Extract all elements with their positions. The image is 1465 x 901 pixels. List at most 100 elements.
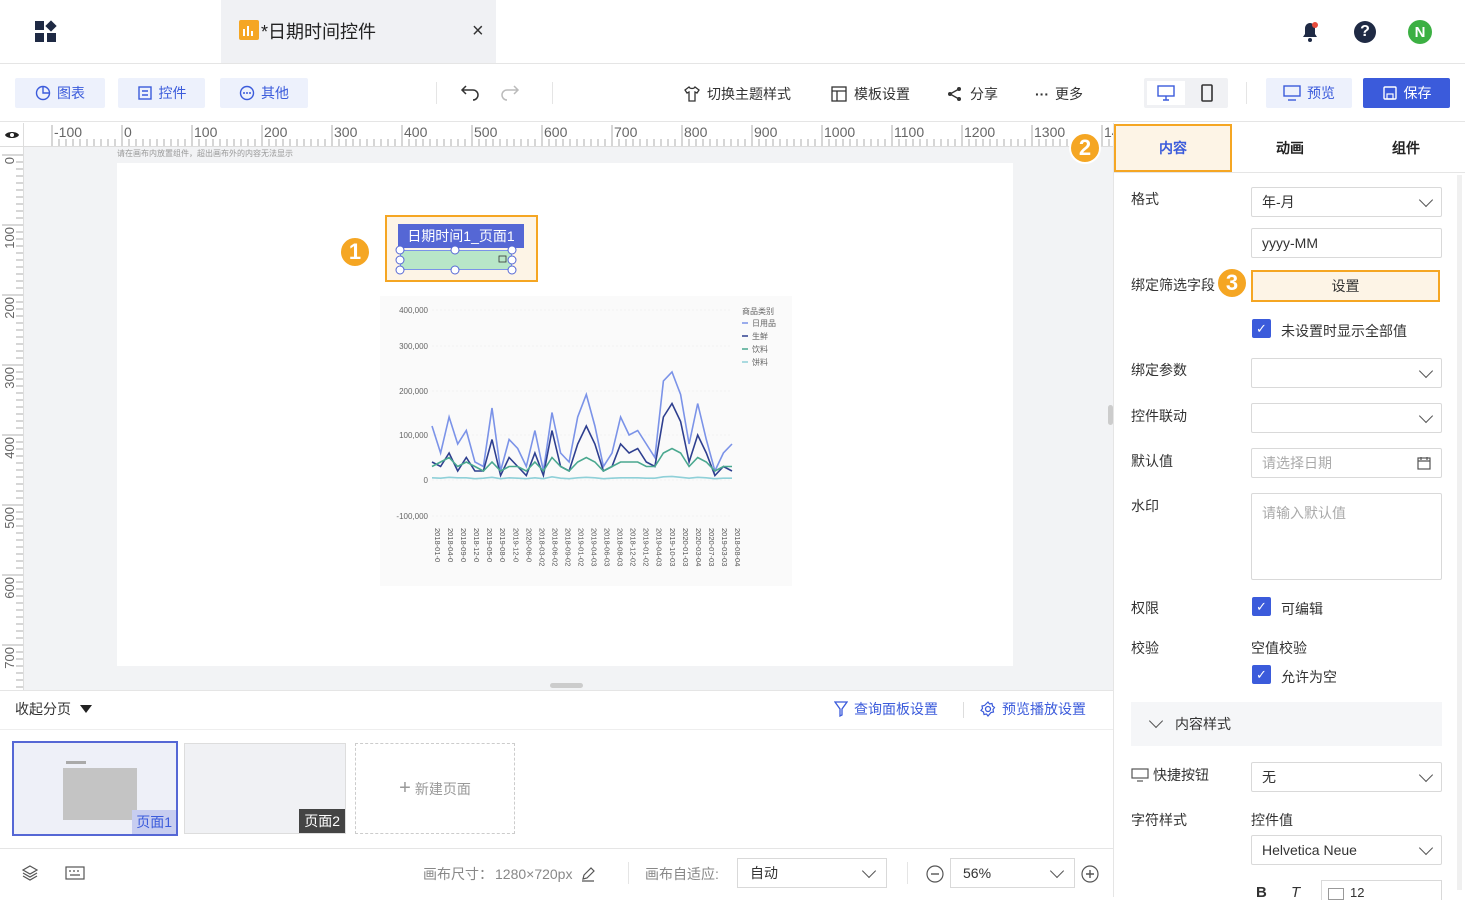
- panel-scrollbar[interactable]: [1457, 175, 1462, 890]
- zoom-select[interactable]: 56%: [950, 858, 1075, 888]
- undo-icon[interactable]: [460, 83, 480, 103]
- control-button-label: 控件: [158, 85, 187, 101]
- edit-pencil-icon[interactable]: [580, 866, 596, 882]
- tab-content[interactable]: 内容: [1114, 124, 1232, 172]
- ellipsis-icon: ···: [1035, 86, 1049, 102]
- adapt-select[interactable]: 自动: [737, 858, 887, 888]
- font-size-icon: [1328, 888, 1344, 900]
- zoom-in-icon[interactable]: [1080, 864, 1100, 884]
- content-style-section[interactable]: 内容样式: [1131, 702, 1442, 746]
- bell-icon[interactable]: [1298, 20, 1322, 44]
- share-button[interactable]: 分享: [946, 84, 998, 104]
- layers-icon[interactable]: [21, 864, 39, 882]
- control-icon: [137, 86, 152, 100]
- format-pattern-value: yyyy-MM: [1262, 235, 1318, 251]
- shirt-icon: [684, 86, 700, 102]
- watermark-textarea[interactable]: 请输入默认值: [1251, 493, 1442, 580]
- control-button[interactable]: 控件: [118, 78, 205, 108]
- validate-label: 校验: [1131, 640, 1159, 656]
- ruler-label: -100: [54, 124, 82, 140]
- preview-button[interactable]: 预览: [1266, 78, 1352, 108]
- x-tick-label: 2018-08-04: [733, 528, 742, 566]
- theme-button[interactable]: 切换主题样式: [683, 84, 791, 104]
- ruler-label: 100: [2, 227, 17, 249]
- font-size-input[interactable]: 12: [1321, 880, 1442, 900]
- save-button[interactable]: 保存: [1363, 78, 1450, 108]
- ruler-label: 500: [2, 507, 17, 529]
- callout-1: 1: [339, 236, 371, 268]
- share-icon: [948, 87, 961, 101]
- x-tick-label: 2018-12-02: [629, 528, 638, 566]
- ruler-label: 700: [614, 124, 638, 140]
- preview-play-button[interactable]: 预览播放设置: [980, 699, 1086, 719]
- other-button[interactable]: 其他: [220, 78, 308, 108]
- zoom-out-icon[interactable]: [925, 864, 945, 884]
- font-select[interactable]: Helvetica Neue: [1251, 835, 1442, 865]
- bind-filter-label: 绑定筛选字段: [1131, 277, 1215, 293]
- collapse-pages-button[interactable]: 收起分页: [15, 699, 93, 719]
- divider: [552, 82, 553, 104]
- legend-item: 日用品: [752, 319, 776, 328]
- bind-param-select[interactable]: [1251, 358, 1442, 388]
- bold-button[interactable]: B: [1256, 884, 1267, 901]
- template-icon: [831, 86, 847, 102]
- redo-icon[interactable]: [500, 83, 520, 103]
- canvas-hint: 请在画布内放置组件，超出画布外的内容无法显示: [117, 149, 293, 158]
- y-tick-label: 400,000: [399, 306, 428, 315]
- line-chart[interactable]: 400,000 300,000 200,000 100,000 0 -100,000 201…: [380, 296, 792, 586]
- page-thumb-2[interactable]: 页面2: [184, 743, 346, 834]
- keyboard-icon[interactable]: [65, 866, 85, 880]
- more-label: 更多: [1055, 86, 1083, 102]
- format-pattern-input[interactable]: yyyy-MM: [1251, 228, 1442, 258]
- ruler-label: 200: [2, 297, 17, 319]
- x-tick-label: 2018-03-02: [537, 528, 546, 566]
- x-tick-label: 2018-09-0: [459, 528, 468, 562]
- ruler-label: 600: [2, 577, 17, 599]
- help-icon[interactable]: ?: [1354, 21, 1376, 43]
- x-tick-label: 2019-01-02: [576, 528, 585, 566]
- chart-doc-icon: [239, 20, 259, 40]
- gear-icon: [980, 701, 996, 717]
- x-tick-label: 2019-01-02: [642, 528, 651, 566]
- tab-component[interactable]: 组件: [1348, 124, 1464, 172]
- desktop-view-button[interactable]: [1147, 81, 1185, 105]
- filter-icon: [834, 701, 848, 717]
- eye-icon[interactable]: [0, 123, 24, 147]
- chevron-down-icon: [1418, 363, 1434, 378]
- default-date-input[interactable]: 请选择日期: [1251, 448, 1442, 478]
- new-page-button[interactable]: + 新建页面: [355, 743, 515, 834]
- ruler-label: 800: [684, 124, 708, 140]
- control-link-select[interactable]: [1251, 403, 1442, 433]
- more-button[interactable]: ··· 更多: [1035, 84, 1083, 104]
- query-panel-button[interactable]: 查询面板设置: [834, 699, 938, 719]
- chevron-down-icon: [1049, 863, 1065, 878]
- monitor-icon: [1131, 768, 1149, 782]
- tab-close-button[interactable]: ×: [472, 20, 484, 43]
- page-thumb-1[interactable]: 页面1: [12, 741, 178, 836]
- show-all-checkbox[interactable]: ✓: [1252, 319, 1271, 338]
- chart-button[interactable]: 图表: [15, 78, 105, 108]
- selection-handles[interactable]: [393, 243, 523, 277]
- char-style-label: 字符样式: [1131, 812, 1187, 828]
- legend-title: 商品类别: [742, 306, 774, 316]
- italic-button[interactable]: T: [1291, 884, 1300, 901]
- x-tick-label: 2019-04-03: [655, 528, 664, 566]
- avatar[interactable]: N: [1408, 20, 1432, 44]
- template-button[interactable]: 模板设置: [830, 84, 910, 104]
- app-logo-icon[interactable]: [34, 20, 58, 44]
- page-2-label: 页面2: [299, 809, 345, 833]
- format-label: 格式: [1131, 191, 1159, 207]
- ruler-label: 300: [2, 367, 17, 389]
- canvas-size-value: 1280×720px: [495, 866, 573, 882]
- ruler-label: 400: [404, 124, 428, 140]
- divider: [907, 862, 908, 884]
- allow-empty-checkbox[interactable]: ✓: [1252, 665, 1271, 684]
- x-tick-label: 2020-07-03: [707, 528, 716, 566]
- mobile-view-button[interactable]: [1190, 81, 1224, 105]
- canvas-scrollbar-h[interactable]: [550, 683, 583, 688]
- tab-animation[interactable]: 动画: [1232, 124, 1348, 172]
- editable-checkbox[interactable]: ✓: [1252, 597, 1271, 616]
- format-select[interactable]: 年-月: [1251, 187, 1442, 217]
- quick-btn-select[interactable]: 无: [1251, 762, 1442, 792]
- settings-button[interactable]: 设置: [1251, 270, 1440, 302]
